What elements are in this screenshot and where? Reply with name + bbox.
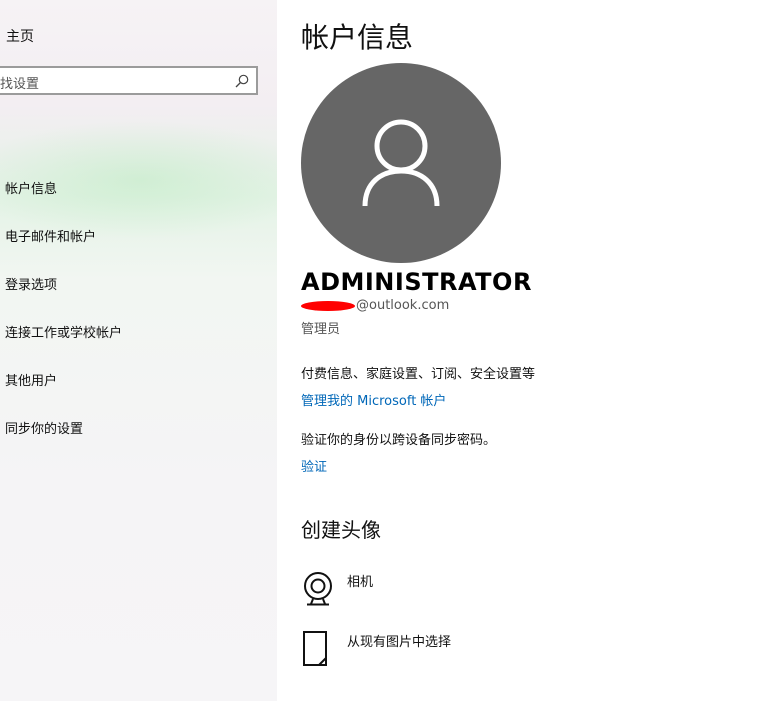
sidebar-home[interactable]: 主页	[6, 26, 34, 46]
page-title: 帐户信息	[301, 21, 414, 54]
avatar	[301, 63, 501, 263]
camera-option-label[interactable]: 相机	[347, 571, 373, 590]
search-icon[interactable]	[234, 73, 250, 89]
browse-picture-option-label[interactable]: 从现有图片中选择	[347, 631, 451, 650]
sidebar-item-other-users[interactable]: 其他用户	[5, 370, 57, 389]
manage-microsoft-account-link[interactable]: 管理我的 Microsoft 帐户	[301, 390, 446, 409]
sidebar-item-email-accounts[interactable]: 电子邮件和帐户	[5, 226, 96, 245]
main-content: 帐户信息 ADMINISTRATOR @outlook.com 管理员 付费信息…	[277, 0, 775, 701]
image-file-icon[interactable]	[301, 630, 331, 672]
verify-link[interactable]: 验证	[301, 456, 327, 475]
sidebar-item-sign-in-options[interactable]: 登录选项	[5, 274, 57, 293]
sidebar-item-account-info[interactable]: 帐户信息	[5, 178, 57, 197]
camera-icon[interactable]	[301, 571, 335, 611]
user-icon	[362, 119, 440, 207]
account-role: 管理员	[301, 322, 341, 337]
sidebar-item-work-school[interactable]: 连接工作或学校帐户	[5, 322, 122, 341]
search-input[interactable]: 找设置	[0, 73, 39, 92]
verify-description: 验证你的身份以跨设备同步密码。	[301, 433, 497, 448]
sidebar-item-sync-settings[interactable]: 同步你的设置	[5, 418, 83, 437]
sidebar: 主页 找设置 帐户信息 电子邮件和帐户 登录选项 连接工作或学校帐户 其他用户 …	[0, 0, 277, 701]
email-address: @outlook.com	[301, 298, 449, 313]
username: ADMINISTRATOR	[301, 268, 532, 296]
create-avatar-heading: 创建头像	[301, 518, 381, 542]
redaction-mark	[301, 300, 355, 311]
billing-info-text: 付费信息、家庭设置、订阅、安全设置等	[301, 367, 536, 382]
email-domain: @outlook.com	[356, 298, 450, 313]
search-box[interactable]: 找设置	[0, 66, 258, 95]
